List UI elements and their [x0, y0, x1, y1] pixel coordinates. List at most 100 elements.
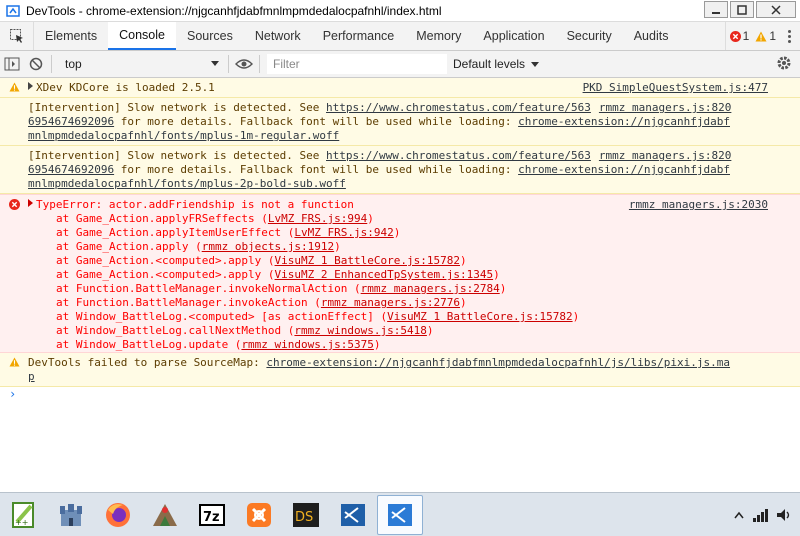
- taskbar-ds-app[interactable]: DS: [283, 495, 329, 535]
- chromestatus-link[interactable]: https://www.chromestatus.com/feature/563: [326, 149, 591, 162]
- error-count-badge[interactable]: 1: [729, 29, 749, 43]
- expand-triangle-icon[interactable]: [28, 82, 33, 90]
- stack-frame-end: ): [459, 254, 467, 267]
- issue-counters[interactable]: 1 1: [724, 22, 800, 50]
- font-url-link-cont[interactable]: mnlmpmdedalocpafnhl/fonts/mplus-1m-regul…: [28, 129, 339, 142]
- console-warning-message[interactable]: XDev KDCore is loaded 2.5.1 PKD SimpleQu…: [0, 78, 800, 98]
- tab-elements[interactable]: Elements: [34, 22, 108, 50]
- ds-app-icon: DS: [293, 502, 319, 527]
- taskbar-rpgmaker-castle[interactable]: [48, 495, 94, 535]
- stack-frame-source-link[interactable]: VisuMZ 1 BattleCore.js:15782: [387, 310, 572, 323]
- expand-triangle-icon[interactable]: [28, 199, 33, 207]
- console-prompt[interactable]: ›: [0, 387, 800, 405]
- error-icon: [729, 30, 741, 42]
- stack-frame-function: at Window_BattleLog.update (: [56, 338, 242, 351]
- 7zip-icon: 7z: [199, 503, 225, 526]
- chromestatus-link-cont[interactable]: 6954674692096: [28, 115, 114, 128]
- console-settings-button[interactable]: [776, 55, 792, 74]
- taskbar-xampp[interactable]: [236, 495, 282, 535]
- stack-frame-source-link[interactable]: LvMZ FRS.js:994: [268, 212, 367, 225]
- taskbar-notepadpp[interactable]: ++: [1, 495, 47, 535]
- stack-frame-source-link[interactable]: rmmz objects.js:1912: [202, 240, 334, 253]
- network-icon[interactable]: [752, 508, 768, 522]
- stack-frame: at Window_BattleLog.callNextMethod (rmmz…: [56, 324, 770, 338]
- context-selector[interactable]: top: [55, 54, 225, 74]
- stack-frame-source-link[interactable]: rmmz windows.js:5375: [241, 338, 373, 351]
- font-url-link[interactable]: chrome-extension://njgcanhfjdabf: [518, 115, 730, 128]
- devtools-tabbar: Elements Console Sources Network Perform…: [0, 22, 800, 51]
- taskbar-vscode[interactable]: [330, 495, 376, 535]
- firefox-icon: [106, 502, 130, 527]
- os-taskbar: ++ 7z DS: [0, 492, 800, 536]
- warning-count-badge[interactable]: 1: [755, 29, 776, 43]
- tab-security[interactable]: Security: [556, 22, 623, 50]
- warning-icon: [755, 31, 767, 41]
- stack-frame: at Game_Action.applyItemUserEffect (LvMZ…: [56, 226, 770, 240]
- stack-frame-source-link[interactable]: rmmz windows.js:5418: [294, 324, 426, 337]
- tray-chevron-up-icon[interactable]: [734, 511, 744, 519]
- tab-application[interactable]: Application: [472, 22, 555, 50]
- taskbar-devtools-active[interactable]: [377, 494, 423, 535]
- stack-frame-end: ): [426, 324, 434, 337]
- message-text: DevTools failed to parse SourceMap:: [28, 356, 267, 369]
- eye-icon: [235, 59, 253, 69]
- tab-memory[interactable]: Memory: [405, 22, 472, 50]
- close-window-button[interactable]: [756, 1, 796, 18]
- console-intervention-message[interactable]: [Intervention] Slow network is detected.…: [0, 146, 800, 194]
- error-icon: [9, 199, 20, 210]
- vscode-icon: [341, 503, 365, 526]
- close-icon: [771, 4, 781, 15]
- stack-frame-source-link[interactable]: VisuMZ 2 EnhancedTpSystem.js:1345: [275, 268, 494, 281]
- stack-frame-end: ): [572, 310, 580, 323]
- tab-audits[interactable]: Audits: [623, 22, 680, 50]
- message-source-link[interactable]: PKD SimpleQuestSystem.js:477: [583, 81, 768, 95]
- message-source-link[interactable]: rmmz managers.js:820: [599, 101, 731, 114]
- font-url-link[interactable]: chrome-extension://njgcanhfjdabf: [518, 163, 730, 176]
- stack-frame-end: ): [499, 282, 507, 295]
- message-source-link[interactable]: rmmz managers.js:820: [599, 149, 731, 162]
- stack-frame-function: at Window_BattleLog.<computed> [as actio…: [56, 310, 388, 323]
- sourcemap-url-link-cont[interactable]: p: [28, 370, 35, 383]
- console-sourcemap-warning[interactable]: DevTools failed to parse SourceMap: chro…: [0, 353, 800, 387]
- stack-frame-source-link[interactable]: LvMZ FRS.js:942: [294, 226, 393, 239]
- stack-frame: at Function.BattleManager.invokeAction (…: [56, 296, 770, 310]
- volume-icon[interactable]: [776, 508, 792, 522]
- stack-frame-source-link[interactable]: rmmz managers.js:2776: [321, 296, 460, 309]
- devtools-app-icon: [6, 4, 20, 17]
- maximize-button[interactable]: [730, 1, 754, 18]
- more-options-icon[interactable]: [782, 29, 796, 43]
- log-levels-dropdown[interactable]: Default levels: [453, 57, 540, 71]
- console-error-message[interactable]: TypeError: actor.addFriendship is not a …: [0, 194, 800, 353]
- chromestatus-link[interactable]: https://www.chromestatus.com/feature/563: [326, 101, 591, 114]
- sourcemap-url-link[interactable]: chrome-extension://njgcanhfjdabfmnlmpmde…: [266, 356, 730, 369]
- taskbar-rpgmaker-mz[interactable]: [142, 495, 188, 535]
- console-output[interactable]: XDev KDCore is loaded 2.5.1 PKD SimpleQu…: [0, 78, 800, 492]
- tab-sources[interactable]: Sources: [176, 22, 244, 50]
- message-source-link[interactable]: rmmz managers.js:2030: [629, 198, 768, 212]
- log-levels-label: Default levels: [453, 57, 526, 71]
- console-intervention-message[interactable]: [Intervention] Slow network is detected.…: [0, 98, 800, 146]
- taskbar-7zip[interactable]: 7z: [189, 495, 235, 535]
- tab-performance[interactable]: Performance: [312, 22, 406, 50]
- notepad-plus-plus-icon: ++: [12, 501, 34, 528]
- stack-frame-source-link[interactable]: VisuMZ 1 BattleCore.js:15782: [275, 254, 460, 267]
- font-url-link-cont[interactable]: mnlmpmdedalocpafnhl/fonts/mplus-2p-bold-…: [28, 177, 346, 190]
- stack-frame: at Window_BattleLog.update (rmmz windows…: [56, 338, 770, 352]
- chromestatus-link-cont[interactable]: 6954674692096: [28, 163, 114, 176]
- tab-console[interactable]: Console: [108, 22, 176, 50]
- toolbar-divider: [259, 55, 260, 73]
- stack-frame-function: at Game_Action.<computed>.apply (: [56, 254, 275, 267]
- toolbar-divider: [228, 55, 229, 73]
- rpgmaker-icon: [153, 503, 177, 526]
- taskbar-firefox[interactable]: [95, 495, 141, 535]
- filter-input[interactable]: Filter: [267, 54, 447, 74]
- clear-console-button[interactable]: [24, 54, 48, 74]
- stack-frame: at Game_Action.<computed>.apply (VisuMZ …: [56, 268, 770, 282]
- show-sidebar-button[interactable]: [0, 54, 24, 74]
- tab-network[interactable]: Network: [244, 22, 312, 50]
- minimize-button[interactable]: [704, 1, 728, 18]
- inspect-element-button[interactable]: [0, 22, 34, 50]
- live-expression-button[interactable]: [232, 54, 256, 74]
- vscode-icon: [388, 503, 412, 526]
- stack-frame-source-link[interactable]: rmmz managers.js:2784: [361, 282, 500, 295]
